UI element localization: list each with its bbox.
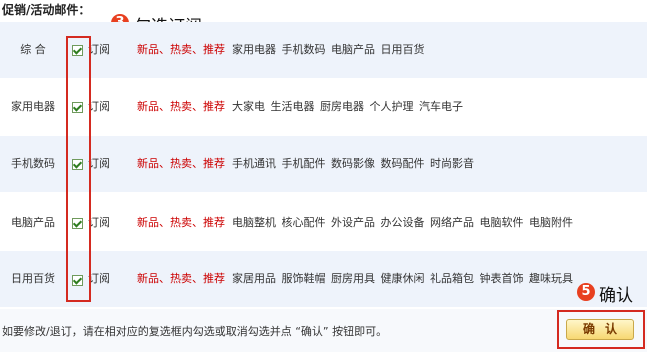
subscribe-label: 订阅 [88,157,110,170]
subscription-row-daily-goods: 日用百货 订阅 新品、热卖、推荐 家居用品 服饰鞋帽 厨房用具 健康休闲 礼品箱… [0,251,647,307]
subscribe-label: 订阅 [88,216,110,229]
row-name: 手机数码 [11,157,55,170]
row-name: 日用百货 [11,272,55,285]
subscription-row-appliances: 家用电器 订阅 新品、热卖、推荐 大家电 生活电器 厨房电器 个人护理 汽车电子 [0,79,647,135]
subscription-row-computers: 电脑产品 订阅 新品、热卖、推荐 电脑整机 核心配件 外设产品 办公设备 网络产… [0,195,647,251]
footer-instructions: 如要修改/退订，请在相对应的复选框内勾选或取消勾选并点 “确认” 按钮即可。 [2,325,388,338]
row-name: 家用电器 [11,100,55,113]
subscription-row-general: 综 合 订阅 新品、热卖、推荐 家用电器 手机数码 电脑产品 日用百货 [0,22,647,78]
tag-text: 新品、热卖、推荐 [137,216,225,229]
section-title: 促销/活动邮件： [2,3,91,17]
tag-text: 新品、热卖、推荐 [137,100,225,113]
tag-text: 新品、热卖、推荐 [137,272,225,285]
tag-text: 新品、热卖、推荐 [137,157,225,170]
category-list: 家居用品 服饰鞋帽 厨房用具 健康休闲 礼品箱包 钟表首饰 趣味玩具 [232,272,573,285]
subscribe-label: 订阅 [88,43,110,56]
category-list: 电脑整机 核心配件 外设产品 办公设备 网络产品 电脑软件 电脑附件 [232,216,573,229]
category-list: 大家电 生活电器 厨房电器 个人护理 汽车电子 [232,100,463,113]
checkbox-highlight-box [66,36,91,302]
subscribe-label: 订阅 [88,100,110,113]
step-5-annotation: 确认 [599,286,633,306]
confirm-button[interactable]: 确认 [566,319,634,340]
row-name: 综 合 [20,43,46,56]
subscribe-label: 订阅 [88,272,110,285]
category-list: 家用电器 手机数码 电脑产品 日用百货 [232,43,425,56]
footer-bar: 如要修改/退订，请在相对应的复选框内勾选或取消勾选并点 “确认” 按钮即可。 [0,309,647,352]
tag-text: 新品、热卖、推荐 [137,43,225,56]
category-list: 手机通讯 手机配件 数码影像 数码配件 时尚影音 [232,157,474,170]
subscription-row-mobile-digital: 手机数码 订阅 新品、热卖、推荐 手机通讯 手机配件 数码影像 数码配件 时尚影… [0,136,647,192]
step-5-badge: 5 [577,283,595,301]
row-name: 电脑产品 [11,216,55,229]
